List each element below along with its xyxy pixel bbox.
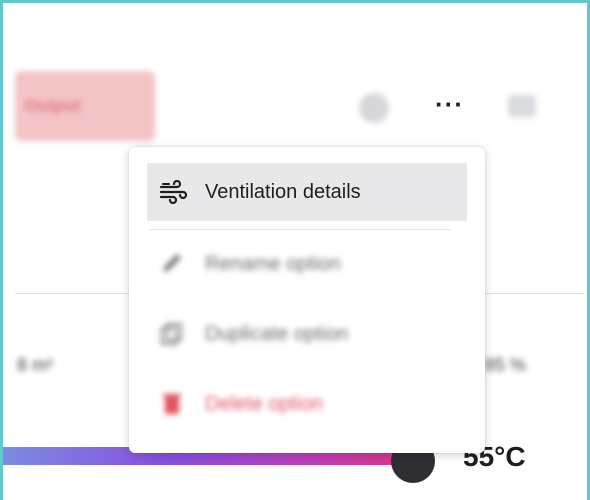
menu-item-label: Duplicate option — [205, 322, 349, 345]
menu-separator — [149, 229, 451, 230]
trash-icon — [159, 391, 193, 417]
options-menu: Ventilation details Rename option Duplic… — [129, 147, 485, 453]
output-chip[interactable]: Output — [15, 71, 155, 141]
menu-item-duplicate[interactable]: Duplicate option — [147, 305, 467, 363]
status-icon[interactable] — [359, 93, 389, 123]
output-chip-label: Output — [25, 96, 81, 115]
app-frame: Output ··· 8 m² 85 % 55°C Ventilation de… — [0, 0, 590, 500]
menu-item-label: Ventilation details — [205, 180, 361, 203]
collapse-icon[interactable] — [508, 95, 536, 117]
more-options-button[interactable]: ··· — [435, 89, 464, 119]
menu-item-label: Delete option — [205, 392, 323, 415]
pencil-icon — [159, 251, 193, 277]
menu-item-delete[interactable]: Delete option — [147, 375, 467, 433]
percent-value: 85 % — [485, 355, 527, 375]
wind-icon — [159, 179, 193, 205]
duplicate-icon — [159, 321, 193, 347]
area-value: 8 m² — [17, 355, 53, 375]
menu-item-label: Rename option — [205, 252, 341, 275]
menu-item-ventilation-details[interactable]: Ventilation details — [147, 163, 467, 221]
menu-item-rename[interactable]: Rename option — [147, 235, 467, 293]
